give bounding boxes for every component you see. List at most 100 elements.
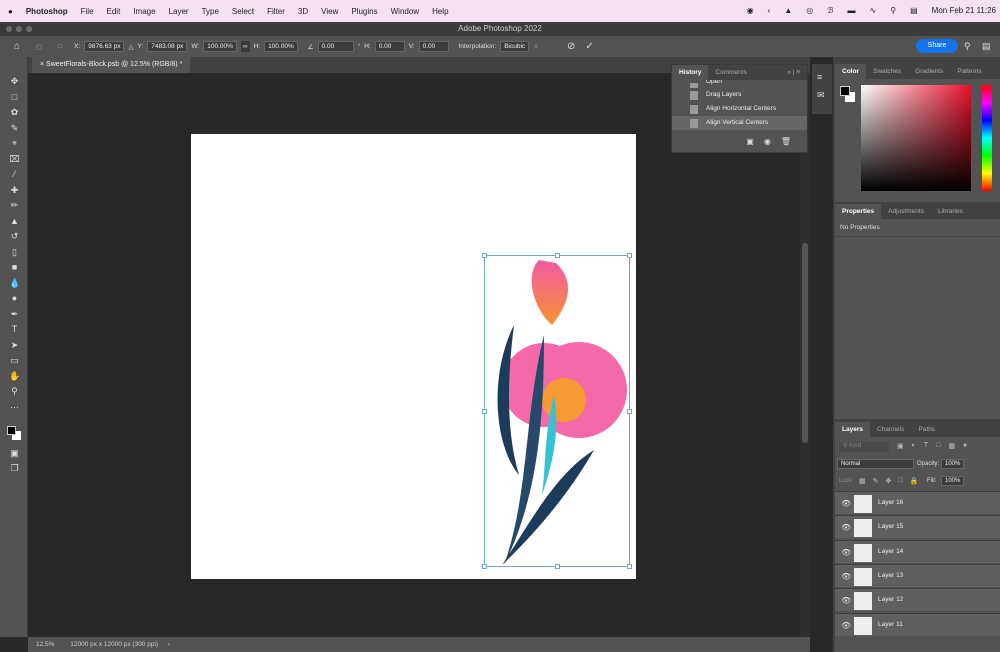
vskew-field[interactable]: 0.00 — [419, 41, 449, 52]
lasso-tool-icon[interactable]: ✿ — [9, 108, 20, 117]
back-icon[interactable]: ‹ — [768, 6, 771, 15]
status-menu-icon[interactable]: › — [168, 641, 170, 648]
history-item-selected[interactable]: Align Vertical Centers — [672, 116, 807, 130]
blend-mode-select[interactable]: Normal — [837, 459, 914, 469]
filter-toggle-icon[interactable]: ● — [963, 442, 967, 450]
filter-type-icon[interactable]: T — [924, 442, 928, 450]
transform-handle[interactable] — [627, 564, 632, 569]
layer-row[interactable]: 👁Layer 16 — [835, 491, 1000, 514]
path-select-icon[interactable]: ➤ — [9, 341, 20, 350]
tab-paths[interactable]: Paths — [911, 422, 942, 437]
frame-tool-icon[interactable]: ⌧ — [9, 155, 20, 164]
layer-row[interactable]: 👁Layer 11 — [835, 613, 1000, 636]
transform-handle[interactable] — [482, 564, 487, 569]
share-button[interactable]: Share — [916, 39, 958, 53]
filter-pixel-icon[interactable]: ▣ — [897, 442, 904, 450]
document-tab[interactable]: × SweetFlorals-Block.psb @ 12.5% (RGB/8)… — [32, 57, 190, 73]
filter-shape-icon[interactable]: □ — [936, 442, 940, 450]
opacity-field[interactable]: 100% — [941, 459, 964, 469]
lock-artboard-icon[interactable]: □ — [898, 477, 902, 485]
y-field[interactable]: 7483.08 px — [147, 41, 187, 52]
hskew-field[interactable]: 0.00 — [375, 41, 405, 52]
foreground-color-swatch[interactable] — [7, 426, 16, 435]
menu-help[interactable]: Help — [432, 7, 448, 16]
close-button[interactable] — [6, 26, 12, 32]
search-icon[interactable]: ⚲ — [890, 6, 896, 15]
transform-handle[interactable] — [555, 253, 560, 258]
brush-tool-icon[interactable]: ✏ — [9, 201, 20, 210]
menu-filter[interactable]: Filter — [267, 7, 285, 16]
tab-adjustments[interactable]: Adjustments — [881, 204, 931, 219]
rectangle-tool-icon[interactable]: ▭ — [9, 356, 20, 365]
layer-row[interactable]: 👁Layer 12 — [835, 588, 1000, 611]
visibility-eye-icon[interactable]: 👁 — [841, 499, 851, 508]
menu-select[interactable]: Select — [232, 7, 254, 16]
menu-plugins[interactable]: Plugins — [351, 7, 377, 16]
zoom-tool-icon[interactable]: ⚲ — [9, 387, 20, 396]
filter-smart-icon[interactable]: ▦ — [948, 442, 955, 450]
menu-3d[interactable]: 3D — [298, 7, 308, 16]
crop-tool-icon[interactable]: ⌖ — [9, 139, 20, 148]
visibility-eye-icon[interactable]: 👁 — [841, 596, 851, 605]
apple-icon[interactable]: ● — [8, 7, 13, 16]
wifi-icon[interactable]: ∿ — [870, 6, 877, 15]
delta-icon[interactable]: △ — [128, 43, 133, 51]
tab-patterns[interactable]: Patterns — [950, 64, 988, 79]
lock-pixels-icon[interactable]: ✎ — [873, 477, 879, 485]
tab-color[interactable]: Color — [835, 64, 866, 79]
tab-comments[interactable]: Comments — [708, 65, 753, 80]
flame-icon[interactable]: ▲ — [784, 6, 792, 15]
dodge-tool-icon[interactable]: ● — [9, 294, 20, 303]
filter-adjust-icon[interactable]: ◐ — [912, 442, 916, 450]
history-item[interactable]: Open — [672, 80, 807, 88]
link-icon[interactable]: ∞ — [241, 41, 250, 52]
layer-row[interactable]: 👁Layer 13 — [835, 564, 1000, 587]
history-item[interactable]: Align Horizontal Centers — [672, 102, 807, 116]
target-icon[interactable]: ◎ — [806, 6, 813, 15]
layer-row[interactable]: 👁Layer 14 — [835, 540, 1000, 563]
quick-select-tool-icon[interactable]: ✎ — [9, 124, 20, 133]
home-icon[interactable]: ⌂ — [14, 41, 20, 52]
vertical-scrollbar[interactable] — [800, 73, 810, 637]
tab-swatches[interactable]: Swatches — [866, 64, 908, 79]
panel-menu-icon[interactable]: » | ≡ — [780, 65, 807, 80]
menu-type[interactable]: Type — [202, 7, 219, 16]
zoom-button[interactable] — [26, 26, 32, 32]
warp-icon[interactable]: ⚘ — [533, 43, 539, 51]
stamp-tool-icon[interactable]: ▲ — [9, 217, 20, 226]
transform-handle[interactable] — [627, 253, 632, 258]
minimize-button[interactable] — [16, 26, 22, 32]
type-tool-icon[interactable]: T — [9, 325, 20, 334]
hand-tool-icon[interactable]: ✋ — [9, 372, 20, 381]
gradient-tool-icon[interactable]: ■ — [9, 263, 20, 272]
menu-window[interactable]: Window — [391, 7, 419, 16]
angle-field[interactable]: 0.00 — [318, 41, 354, 52]
quick-mask-icon[interactable]: ▣ — [9, 449, 20, 458]
more-tools-icon[interactable]: ··· — [9, 403, 20, 412]
menu-file[interactable]: File — [81, 7, 94, 16]
healing-tool-icon[interactable]: ✚ — [9, 186, 20, 195]
lock-all-icon[interactable]: 🔒 — [910, 477, 919, 485]
color-field[interactable] — [861, 85, 971, 191]
tab-layers[interactable]: Layers — [835, 422, 870, 437]
transform-handle[interactable] — [482, 409, 487, 414]
visibility-eye-icon[interactable]: 👁 — [841, 572, 851, 581]
history-item[interactable]: Drag Layers — [672, 88, 807, 102]
fill-field[interactable]: 100% — [941, 476, 964, 486]
commit-transform-icon[interactable]: ✓ — [585, 41, 593, 52]
interpolation-select[interactable]: Bicubic — [500, 41, 529, 52]
x-field[interactable]: 9876.63 px — [84, 41, 124, 52]
tab-history[interactable]: History — [672, 65, 708, 80]
transform-bounding-box[interactable] — [484, 255, 630, 567]
history-panel-icon[interactable]: ≡ — [817, 72, 822, 82]
transform-handle[interactable] — [555, 564, 560, 569]
foreground-color-swatch[interactable] — [840, 86, 850, 96]
transform-handle[interactable] — [627, 409, 632, 414]
marquee-tool-icon[interactable]: □ — [9, 93, 20, 102]
menu-layer[interactable]: Layer — [169, 7, 189, 16]
snapshot-camera-icon[interactable]: ◉ — [764, 137, 771, 146]
lock-transparent-icon[interactable]: ▦ — [859, 477, 866, 485]
move-tool-icon[interactable]: ✥ — [9, 77, 20, 86]
blur-tool-icon[interactable]: 💧 — [9, 279, 20, 288]
menu-app[interactable]: Photoshop — [26, 7, 68, 16]
